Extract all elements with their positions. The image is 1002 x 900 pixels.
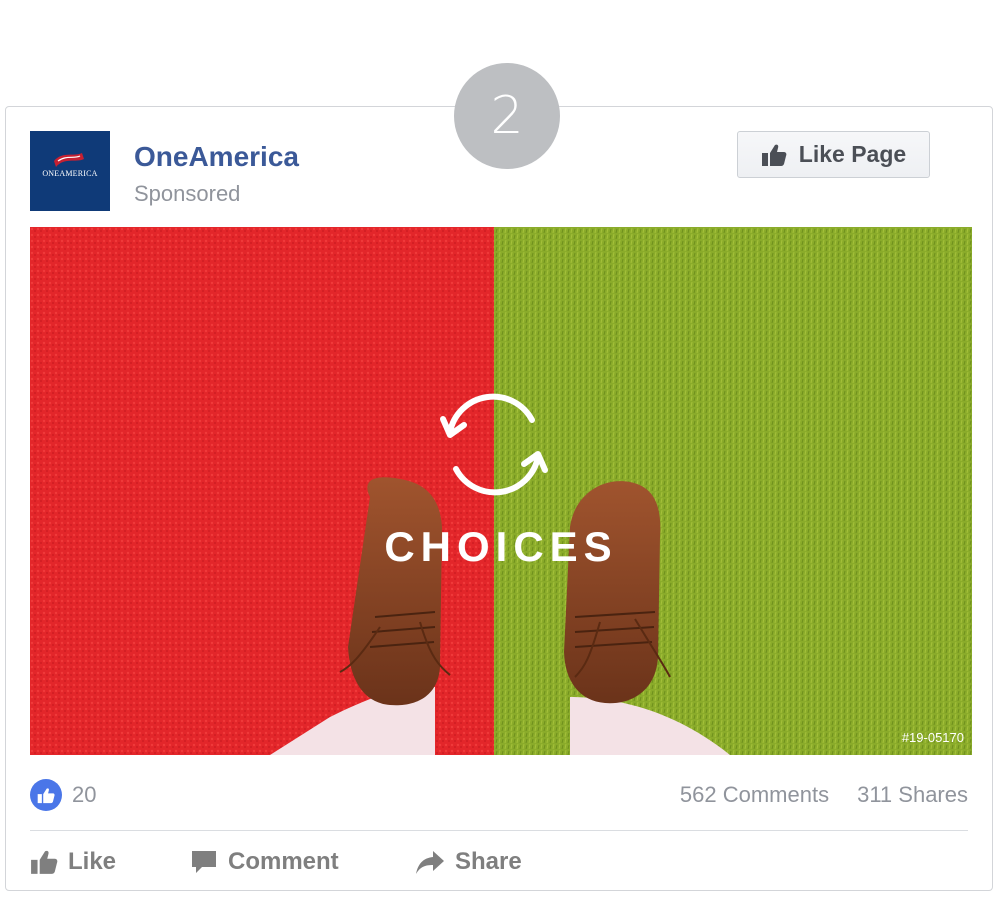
image-code-label: #19-05170 — [901, 730, 964, 745]
like-label: Like — [68, 848, 117, 875]
thumbs-up-icon — [761, 144, 787, 166]
post-actions-bar: Like Comment Share — [30, 842, 968, 882]
comment-button[interactable]: Comment — [190, 848, 415, 876]
page-name-link[interactable]: OneAmerica — [134, 141, 299, 173]
page-avatar[interactable]: ONEAMERICA — [30, 131, 110, 211]
reaction-count[interactable]: 20 — [72, 782, 96, 808]
sponsored-label: Sponsored — [134, 181, 241, 206]
speech-bubble-icon — [192, 851, 216, 873]
like-button[interactable]: Like — [30, 848, 190, 876]
divider — [30, 830, 968, 831]
right-shoe — [564, 481, 661, 704]
green-grass-area — [494, 227, 972, 755]
sponsored-post-card: ONEAMERICA OneAmerica Sponsored Like Pag… — [5, 106, 993, 891]
thumbs-up-icon — [37, 787, 55, 803]
like-page-label: Like Page — [798, 141, 907, 167]
step-number-badge: 2 — [454, 63, 560, 169]
post-image[interactable]: CHOICES #19-05170 — [30, 227, 972, 755]
thumbs-up-icon — [31, 850, 58, 874]
comments-count[interactable]: 562 Comments — [680, 782, 829, 808]
choices-image — [30, 227, 972, 755]
share-label: Share — [455, 848, 522, 875]
like-page-button[interactable]: Like Page — [737, 131, 930, 178]
share-button[interactable]: Share — [415, 848, 615, 876]
share-arrow-icon — [416, 851, 444, 874]
like-reaction-icon[interactable] — [30, 779, 62, 811]
comment-label: Comment — [228, 848, 339, 875]
shares-count[interactable]: 311 Shares — [857, 782, 968, 808]
logo-wordmark: ONEAMERICA — [42, 169, 98, 178]
engagement-stats: 20 562 Comments 311 Shares — [30, 775, 968, 815]
headline-text: CHOICES — [384, 523, 618, 570]
